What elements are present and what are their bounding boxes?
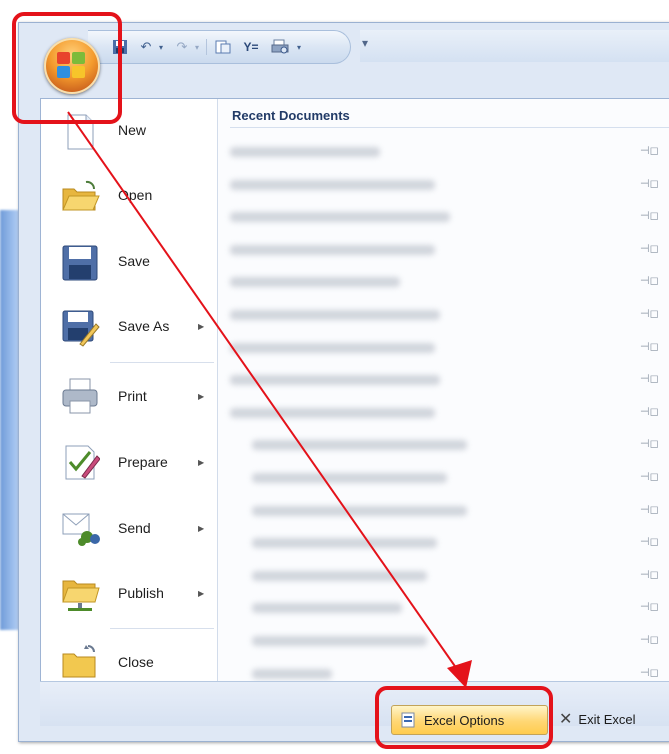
annotation-arrow xyxy=(67,111,472,688)
